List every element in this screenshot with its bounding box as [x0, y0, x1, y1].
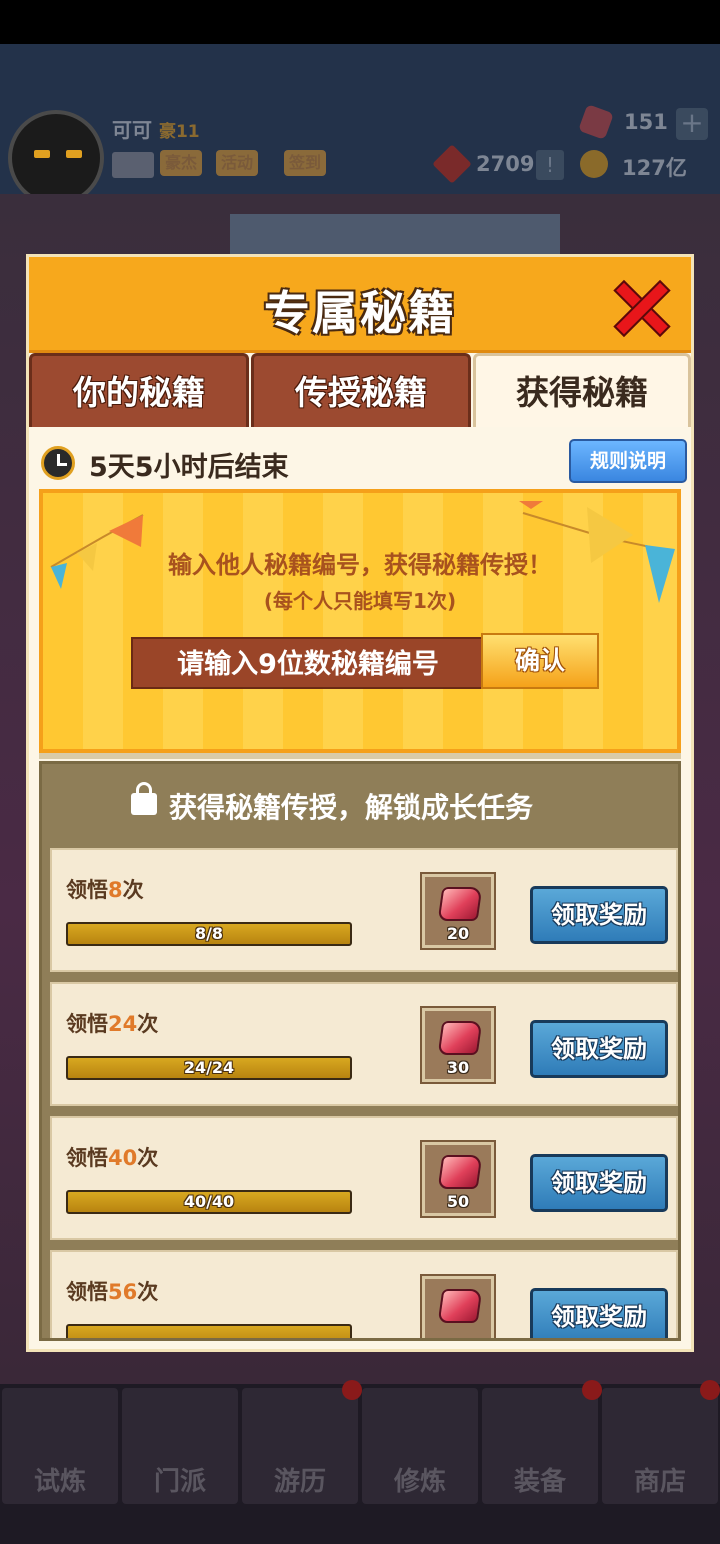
nav-item-shop[interactable]: 商店	[602, 1388, 718, 1504]
status-bar	[0, 0, 720, 44]
nav-item-equipment[interactable]: 装备	[482, 1388, 598, 1504]
confirm-button[interactable]: 确认	[481, 633, 599, 689]
nav-label: 商店	[633, 1467, 686, 1497]
reward-item[interactable]: 50	[422, 1142, 494, 1216]
player-hud	[0, 44, 720, 194]
reward-item[interactable]: 30	[422, 1008, 494, 1082]
coin-icon	[580, 150, 608, 178]
gem-icon	[437, 1021, 483, 1055]
reward-item[interactable]	[422, 1276, 494, 1338]
task-row: 领悟40次 40/40 50 领取奖励	[50, 1116, 678, 1240]
banner-instruction: 输入他人秘籍编号，获得秘籍传授！	[168, 551, 552, 579]
reward-item[interactable]: 20	[422, 874, 494, 948]
hud-tag-hero[interactable]: 豪杰	[160, 150, 203, 176]
task-label: 领悟24次	[66, 1012, 159, 1036]
exclusive-secret-dialog: 专属秘籍 你的秘籍 传授秘籍 获得秘籍 5天5小时后结束 规则说明 输入他人秘籍…	[26, 254, 694, 1352]
task-label: 领悟8次	[66, 878, 144, 902]
countdown-text: 5天5小时后结束	[89, 452, 289, 483]
tab-your-secrets[interactable]: 你的秘籍	[29, 353, 249, 427]
nav-item-travel[interactable]: 游历	[242, 1388, 358, 1504]
notification-dot	[582, 1380, 602, 1400]
gem-count: 151	[624, 110, 668, 134]
rules-button[interactable]: 规则说明	[569, 439, 687, 483]
progress-bar	[66, 1324, 352, 1338]
tab-obtain-secrets[interactable]: 获得秘籍	[473, 353, 691, 427]
progress-bar: 40/40	[66, 1190, 352, 1214]
tasks-title: 获得秘籍传授，解锁成长任务	[169, 791, 534, 824]
mail-icon[interactable]	[112, 152, 154, 178]
nav-label: 试炼	[33, 1467, 86, 1497]
code-entry-banner: 输入他人秘籍编号，获得秘籍传授！ (每个人只能填写1次) 请输入9位数秘籍编号 …	[39, 489, 681, 753]
progress-text: 40/40	[183, 1192, 235, 1211]
bottom-nav: 试炼 门派 游历 修炼 装备 商店	[0, 1380, 720, 1544]
reward-quantity: 50	[446, 1192, 470, 1211]
player-avatar[interactable]	[8, 110, 104, 206]
progress-text: 24/24	[183, 1058, 235, 1077]
medal-count: 2709	[476, 152, 535, 176]
notification-dot	[700, 1380, 720, 1400]
claim-reward-button[interactable]: 领取奖励	[530, 1154, 668, 1212]
task-row: 领悟8次 8/8 20 领取奖励	[50, 848, 678, 972]
hud-tag-signin[interactable]: 签到	[284, 150, 327, 176]
tasks-header: 获得秘籍传授，解锁成长任务	[42, 764, 678, 848]
dialog-header: 专属秘籍	[29, 257, 691, 353]
reward-quantity: 30	[446, 1058, 470, 1077]
gem-icon	[437, 1289, 483, 1323]
vip-level: 豪11	[158, 122, 200, 142]
task-label: 领悟56次	[66, 1280, 159, 1304]
claim-reward-button[interactable]: 领取奖励	[530, 1020, 668, 1078]
progress-text: 8/8	[194, 924, 224, 943]
notification-dot	[342, 1380, 362, 1400]
add-gems-button[interactable]: +	[676, 108, 708, 140]
hud-tag-activity[interactable]: 活动	[216, 150, 259, 176]
reward-quantity: 20	[446, 924, 470, 943]
avatar-eye	[34, 150, 50, 158]
nav-label: 装备	[513, 1467, 566, 1497]
close-button[interactable]	[613, 279, 671, 338]
gem-icon	[437, 1155, 483, 1189]
banner-note: (每个人只能填写1次)	[263, 589, 457, 613]
lock-icon	[131, 782, 157, 815]
player-name: 可可 豪11	[112, 114, 200, 143]
nav-label: 门派	[153, 1467, 206, 1497]
nav-item-sect[interactable]: 门派	[122, 1388, 238, 1504]
gem-icon	[437, 887, 483, 921]
nav-label: 修炼	[393, 1467, 446, 1497]
tab-teach-secrets[interactable]: 传授秘籍	[251, 353, 471, 427]
progress-bar: 24/24	[66, 1056, 352, 1080]
task-row: 领悟24次 24/24 30 领取奖励	[50, 982, 678, 1106]
nav-label: 游历	[273, 1467, 326, 1497]
progress-bar: 8/8	[66, 922, 352, 946]
task-row: 领悟56次 领取奖励	[50, 1250, 678, 1338]
task-label: 领悟40次	[66, 1146, 159, 1170]
alert-button[interactable]: !	[536, 150, 564, 180]
bunting-flags-icon	[50, 501, 675, 603]
secret-code-input[interactable]: 请输入9位数秘籍编号	[131, 637, 485, 689]
nav-item-trial[interactable]: 试炼	[2, 1388, 118, 1504]
claim-reward-button[interactable]: 领取奖励	[530, 1288, 668, 1338]
coin-count: 127亿	[622, 156, 687, 180]
dialog-title: 专属秘籍	[264, 286, 456, 340]
player-name-text: 可可	[112, 118, 152, 142]
growth-tasks-panel[interactable]: 获得秘籍传授，解锁成长任务 领悟8次 8/8 20 领取奖励 领悟24次 24/…	[39, 761, 681, 1341]
nav-item-cultivate[interactable]: 修炼	[362, 1388, 478, 1504]
clock-icon	[41, 446, 75, 480]
avatar-eye	[66, 150, 82, 158]
claim-reward-button[interactable]: 领取奖励	[530, 886, 668, 944]
